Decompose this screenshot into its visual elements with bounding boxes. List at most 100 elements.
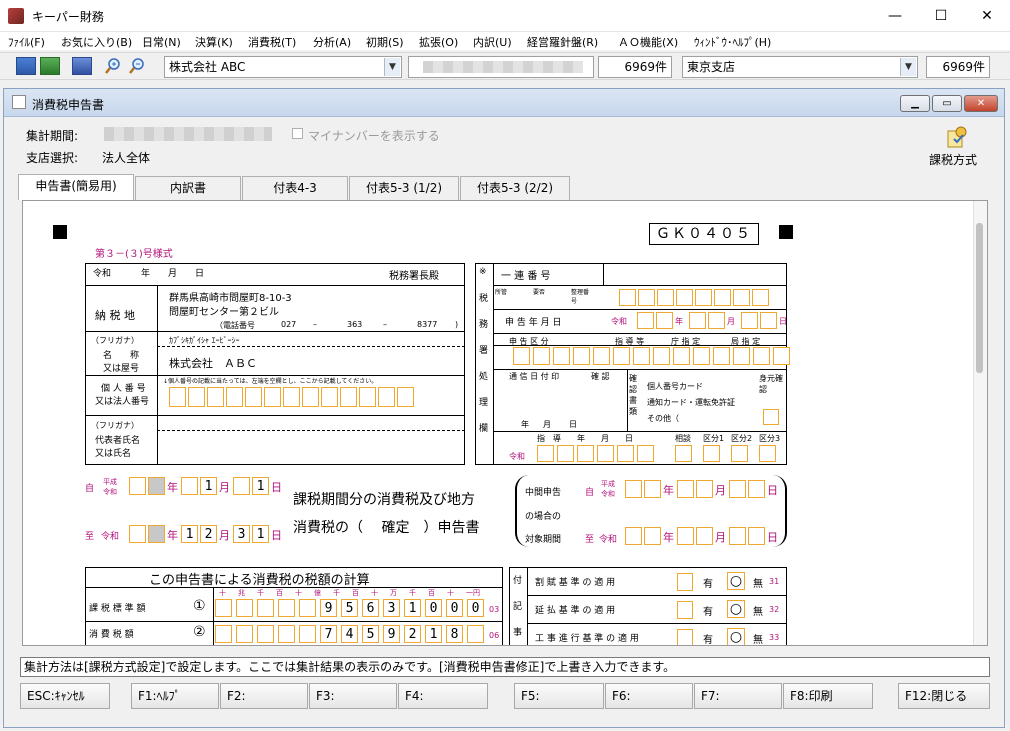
number-cell bbox=[302, 387, 319, 407]
company-code-field[interactable] bbox=[408, 56, 594, 78]
amount-digit: 6 bbox=[362, 599, 379, 617]
image-icon[interactable] bbox=[72, 57, 92, 75]
menu-consumption-tax[interactable]: 消費税(T) bbox=[248, 34, 296, 50]
date-unit-label: 日 bbox=[271, 481, 282, 494]
number-cell bbox=[207, 387, 224, 407]
amount-digit: 0 bbox=[425, 599, 442, 617]
row2-code: 06 bbox=[489, 631, 500, 640]
tab-breakdown[interactable]: 内訳書 bbox=[135, 176, 241, 200]
date-digit bbox=[129, 477, 146, 495]
date-unit-label: 月 bbox=[219, 529, 230, 542]
scrollbar-thumb[interactable] bbox=[976, 223, 983, 373]
status-bar: 集計方法は[課税方式設定]で設定します。ここでは集計結果の表示のみです。[消費税… bbox=[20, 657, 990, 677]
tab-simplified-return[interactable]: 申告書(簡易用) bbox=[18, 174, 134, 200]
interim-label-3: 対象期間 bbox=[525, 535, 562, 545]
monitor-icon[interactable] bbox=[16, 57, 36, 75]
menu-favorites[interactable]: お気に入り(B) bbox=[61, 34, 132, 50]
child-close-button[interactable]: ✕ bbox=[964, 95, 998, 112]
fkey-f12-close[interactable]: F12:閉じる bbox=[898, 683, 990, 709]
guide-date-label: 指 導 年 月 日 bbox=[537, 434, 633, 443]
unit-label: 十 bbox=[295, 589, 302, 597]
fkey-f2[interactable]: F2: bbox=[220, 683, 308, 709]
name-label-2: 又は屋号 bbox=[103, 364, 140, 374]
furigana-label: （フリガナ） bbox=[91, 336, 139, 345]
menu-daily[interactable]: 日常(N) bbox=[142, 34, 181, 50]
child-minimize-button[interactable]: ▁ bbox=[900, 95, 930, 112]
maximize-button[interactable]: ☐ bbox=[918, 0, 964, 32]
menu-extend[interactable]: 拡張(O) bbox=[419, 34, 458, 50]
small-head: 要否 bbox=[533, 289, 546, 296]
tab-appendix-5-3-1[interactable]: 付表5-3 (1/2) bbox=[349, 176, 459, 200]
menu-compass[interactable]: 経営羅針盤(R) bbox=[527, 34, 598, 50]
menu-initial[interactable]: 初期(S) bbox=[366, 34, 404, 50]
filing-cell bbox=[708, 312, 725, 329]
office-use-char: 務 bbox=[479, 320, 489, 330]
fkey-f7[interactable]: F7: bbox=[694, 683, 782, 709]
divider bbox=[85, 285, 465, 286]
zoom-out-icon[interactable] bbox=[128, 57, 146, 75]
amount-digit: 9 bbox=[320, 599, 337, 617]
fkey-f3[interactable]: F3: bbox=[309, 683, 397, 709]
phone-label: （電話番号 bbox=[215, 321, 255, 330]
tax-method-icon[interactable] bbox=[944, 125, 970, 149]
class-cell bbox=[693, 347, 710, 365]
interim-to: 至 bbox=[585, 535, 595, 545]
company-select-value: 株式会社 ABC bbox=[169, 60, 246, 74]
company-select[interactable]: 株式会社 ABC ▼ bbox=[164, 56, 402, 78]
fkey-f8-print[interactable]: F8:印刷 bbox=[783, 683, 873, 709]
date-unit-label: 年 bbox=[167, 529, 178, 542]
date-day: 日 bbox=[195, 269, 205, 279]
child-title: 消費税申告書 bbox=[32, 98, 105, 112]
date-digit: 2 bbox=[200, 525, 217, 543]
divider bbox=[527, 595, 787, 596]
fkey-f6[interactable]: F6: bbox=[605, 683, 693, 709]
close-button[interactable]: ✕ bbox=[964, 0, 1010, 32]
amount-digit: 1 bbox=[404, 599, 421, 617]
divider bbox=[493, 333, 787, 334]
tab-appendix-4-3[interactable]: 付表4-3 bbox=[242, 176, 348, 200]
refresh-icon[interactable] bbox=[40, 57, 60, 75]
tax-method-button[interactable]: 課税方式 bbox=[929, 151, 977, 168]
zoom-in-icon[interactable] bbox=[104, 57, 122, 75]
redacted-area bbox=[423, 61, 583, 73]
fkey-f4[interactable]: F4: bbox=[398, 683, 488, 709]
chevron-down-icon[interactable]: ▼ bbox=[384, 58, 400, 76]
branch-select[interactable]: 東京支店 ▼ bbox=[682, 56, 918, 78]
chevron-down-icon[interactable]: ▼ bbox=[900, 58, 916, 76]
amount-digit bbox=[257, 625, 274, 643]
registration-mark bbox=[53, 225, 67, 239]
amount-digit: 7 bbox=[320, 625, 337, 643]
amount-digit bbox=[215, 599, 232, 617]
menu-closing[interactable]: 決算(K) bbox=[195, 34, 233, 50]
notice-card-label: 通知カード・運転免許証 bbox=[647, 398, 735, 407]
tab-appendix-5-3-2[interactable]: 付表5-3 (2/2) bbox=[460, 176, 570, 200]
fkey-esc-cancel[interactable]: ESC:ｷｬﾝｾﾙ bbox=[20, 683, 110, 709]
date-unit-label: 年 bbox=[663, 531, 674, 544]
no-label: 無 bbox=[753, 607, 763, 618]
child-restore-button[interactable]: ▭ bbox=[932, 95, 962, 112]
amount-digit bbox=[467, 625, 484, 643]
fkey-f5[interactable]: F5: bbox=[514, 683, 604, 709]
era-reiwa: 令和 bbox=[509, 452, 525, 461]
menu-breakdown[interactable]: 内訳(U) bbox=[473, 34, 512, 50]
date-digit: 1 bbox=[252, 525, 269, 543]
unit-label: 一円 bbox=[466, 589, 480, 597]
menu-analysis[interactable]: 分析(A) bbox=[313, 34, 351, 50]
minimize-button[interactable]: — bbox=[872, 0, 918, 32]
fkey-f1-help[interactable]: F1:ﾍﾙﾌﾟ bbox=[131, 683, 219, 709]
consult-cell bbox=[675, 445, 692, 462]
date-digit bbox=[677, 480, 694, 498]
yes-label: 有 bbox=[703, 635, 713, 646]
consult-label: 相談 bbox=[675, 434, 691, 443]
menu-window-help[interactable]: ｳｨﾝﾄﾞｳ･ﾍﾙﾌﾟ(H) bbox=[694, 34, 771, 50]
menu-ao[interactable]: ＡＯ機能(X) bbox=[618, 34, 678, 50]
menu-file[interactable]: ﾌｧｲﾙ(F) bbox=[8, 34, 45, 50]
date-digit bbox=[129, 525, 146, 543]
form-style-label: 第３－(３)号様式 bbox=[95, 249, 173, 260]
amount-digit: 0 bbox=[467, 599, 484, 617]
mynumber-checkbox[interactable] bbox=[292, 128, 303, 139]
branch-select-value: 東京支店 bbox=[687, 60, 736, 74]
divider bbox=[157, 346, 465, 347]
amount-digit: 8 bbox=[446, 625, 463, 643]
title-bar: キーパー財務 — ☐ ✕ bbox=[0, 0, 1010, 32]
